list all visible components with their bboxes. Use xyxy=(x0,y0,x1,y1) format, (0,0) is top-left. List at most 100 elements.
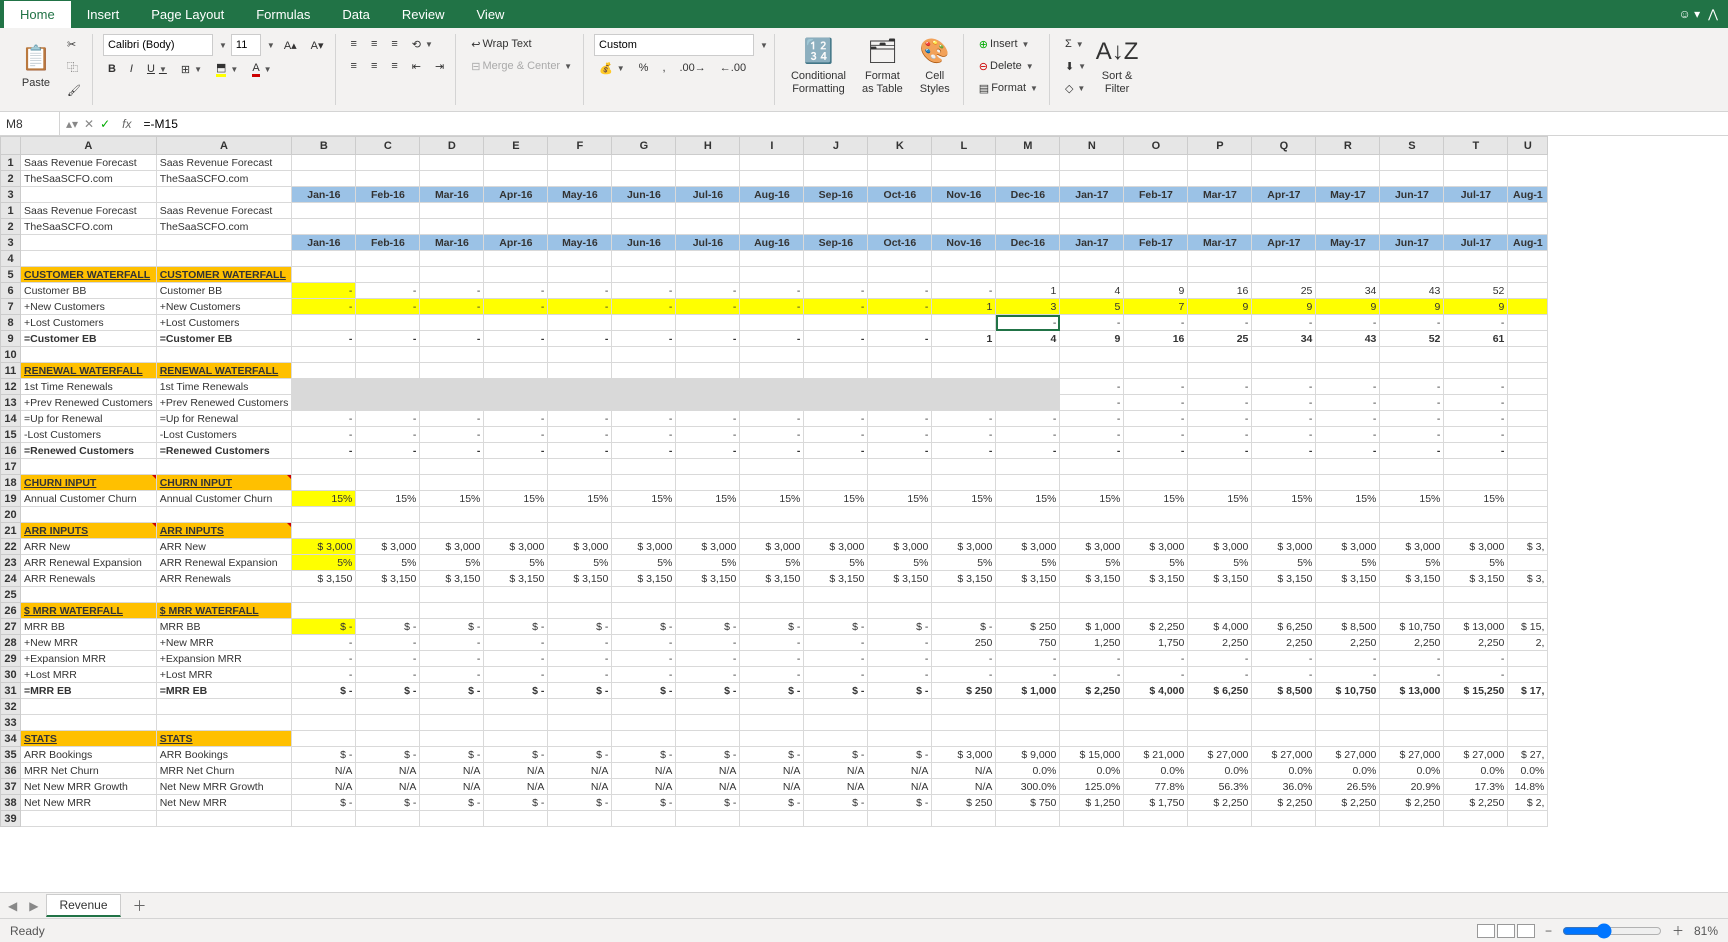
cell[interactable] xyxy=(1124,267,1188,283)
cell[interactable] xyxy=(356,267,420,283)
cell[interactable] xyxy=(1252,203,1316,219)
cell[interactable] xyxy=(156,507,292,523)
cell[interactable]: Apr-16 xyxy=(484,187,548,203)
cell[interactable] xyxy=(292,523,356,539)
cell[interactable]: - xyxy=(292,299,356,315)
row-header[interactable]: 32 xyxy=(1,699,21,715)
cell[interactable] xyxy=(292,507,356,523)
sheet-prev-button[interactable]: ◀ xyxy=(4,899,21,913)
copy-button[interactable]: ⿻ xyxy=(62,56,86,78)
cell[interactable] xyxy=(548,219,612,235)
cell[interactable]: Jun-17 xyxy=(1380,187,1444,203)
cell[interactable] xyxy=(292,251,356,267)
cell[interactable]: - xyxy=(1124,395,1188,411)
cell[interactable] xyxy=(996,171,1060,187)
cell[interactable] xyxy=(868,219,932,235)
cell[interactable]: - xyxy=(1380,379,1444,395)
cell[interactable] xyxy=(1188,507,1252,523)
sort-filter-button[interactable]: A↓ZSort &Filter xyxy=(1095,34,1139,98)
cell[interactable]: +Lost MRR xyxy=(156,667,292,683)
cell[interactable]: $ - xyxy=(676,747,740,763)
cell[interactable] xyxy=(420,699,484,715)
cell[interactable]: 36.0% xyxy=(1252,779,1316,795)
comma-button[interactable]: , xyxy=(657,58,670,78)
cell[interactable] xyxy=(548,203,612,219)
cell[interactable]: N/A xyxy=(868,763,932,779)
cell[interactable]: $ - xyxy=(292,619,356,635)
cell[interactable] xyxy=(420,507,484,523)
cell[interactable] xyxy=(1124,603,1188,619)
cell[interactable] xyxy=(932,203,996,219)
cell[interactable]: ARR Renewals xyxy=(156,571,292,587)
cell[interactable]: - xyxy=(548,299,612,315)
cell[interactable] xyxy=(21,459,157,475)
cell[interactable] xyxy=(1380,523,1444,539)
cell[interactable] xyxy=(996,347,1060,363)
cell[interactable]: - xyxy=(484,283,548,299)
cell[interactable] xyxy=(1380,347,1444,363)
cell[interactable]: $ 3,000 xyxy=(740,539,804,555)
cell[interactable]: $ - xyxy=(548,619,612,635)
cell[interactable]: - xyxy=(1124,667,1188,683)
cell[interactable]: MRR BB xyxy=(156,619,292,635)
cell[interactable]: - xyxy=(420,331,484,347)
cell[interactable] xyxy=(612,267,676,283)
cell[interactable]: $ 3,000 xyxy=(292,539,356,555)
cell[interactable] xyxy=(1316,363,1380,379)
cell[interactable]: - xyxy=(548,635,612,651)
cell[interactable]: =Renewed Customers xyxy=(21,443,157,459)
font-name-select[interactable] xyxy=(103,34,213,56)
align-center-button[interactable]: ≡ xyxy=(366,56,382,76)
cell[interactable]: - xyxy=(548,411,612,427)
cell[interactable] xyxy=(1316,811,1380,827)
cell[interactable]: 15% xyxy=(548,491,612,507)
cell[interactable]: - xyxy=(1188,379,1252,395)
cell[interactable]: CHURN INPUT xyxy=(21,475,157,491)
cell[interactable] xyxy=(1316,459,1380,475)
cell[interactable] xyxy=(996,731,1060,747)
zoom-level[interactable]: 81% xyxy=(1694,924,1718,938)
cell[interactable]: $ 13,000 xyxy=(1380,683,1444,699)
cell[interactable] xyxy=(1124,203,1188,219)
cell[interactable] xyxy=(420,155,484,171)
cell[interactable] xyxy=(868,603,932,619)
cell[interactable] xyxy=(804,395,868,411)
cell[interactable]: - xyxy=(1316,315,1380,331)
row-header[interactable]: 7 xyxy=(1,299,21,315)
cell[interactable]: Customer BB xyxy=(156,283,292,299)
cell[interactable] xyxy=(1508,475,1548,491)
cell[interactable]: $ 4,000 xyxy=(1124,683,1188,699)
cell[interactable]: $ 17, xyxy=(1508,683,1548,699)
cell[interactable]: $ - xyxy=(484,747,548,763)
row-header[interactable]: 15 xyxy=(1,427,21,443)
cell[interactable]: May-16 xyxy=(548,235,612,251)
cell[interactable]: $ 3,150 xyxy=(932,571,996,587)
cell[interactable]: Jul-16 xyxy=(676,187,740,203)
cell[interactable] xyxy=(1252,507,1316,523)
currency-button[interactable]: 💰▼ xyxy=(594,58,630,78)
cell[interactable]: $ - xyxy=(356,683,420,699)
cell[interactable]: - xyxy=(1060,395,1124,411)
cell[interactable]: 15% xyxy=(420,491,484,507)
cell[interactable] xyxy=(1252,699,1316,715)
cell[interactable] xyxy=(156,811,292,827)
cell[interactable]: - xyxy=(1188,651,1252,667)
cell[interactable]: $ 2,250 xyxy=(1252,795,1316,811)
cell[interactable]: 15% xyxy=(740,491,804,507)
cell[interactable] xyxy=(1188,363,1252,379)
cell[interactable] xyxy=(1508,251,1548,267)
cell[interactable] xyxy=(1060,267,1124,283)
cell[interactable]: $ - xyxy=(868,683,932,699)
cell[interactable] xyxy=(156,235,292,251)
cell[interactable] xyxy=(612,315,676,331)
cell[interactable]: $ - xyxy=(612,619,676,635)
cell[interactable]: $ 1,000 xyxy=(1060,619,1124,635)
cell[interactable] xyxy=(484,523,548,539)
cell[interactable] xyxy=(868,315,932,331)
cell[interactable] xyxy=(1508,651,1548,667)
cell[interactable]: - xyxy=(1060,443,1124,459)
cell[interactable] xyxy=(484,731,548,747)
cell[interactable]: - xyxy=(612,299,676,315)
zoom-in-button[interactable]: ＋ xyxy=(1672,922,1684,939)
fill-button[interactable]: ⬇▼ xyxy=(1060,56,1091,76)
